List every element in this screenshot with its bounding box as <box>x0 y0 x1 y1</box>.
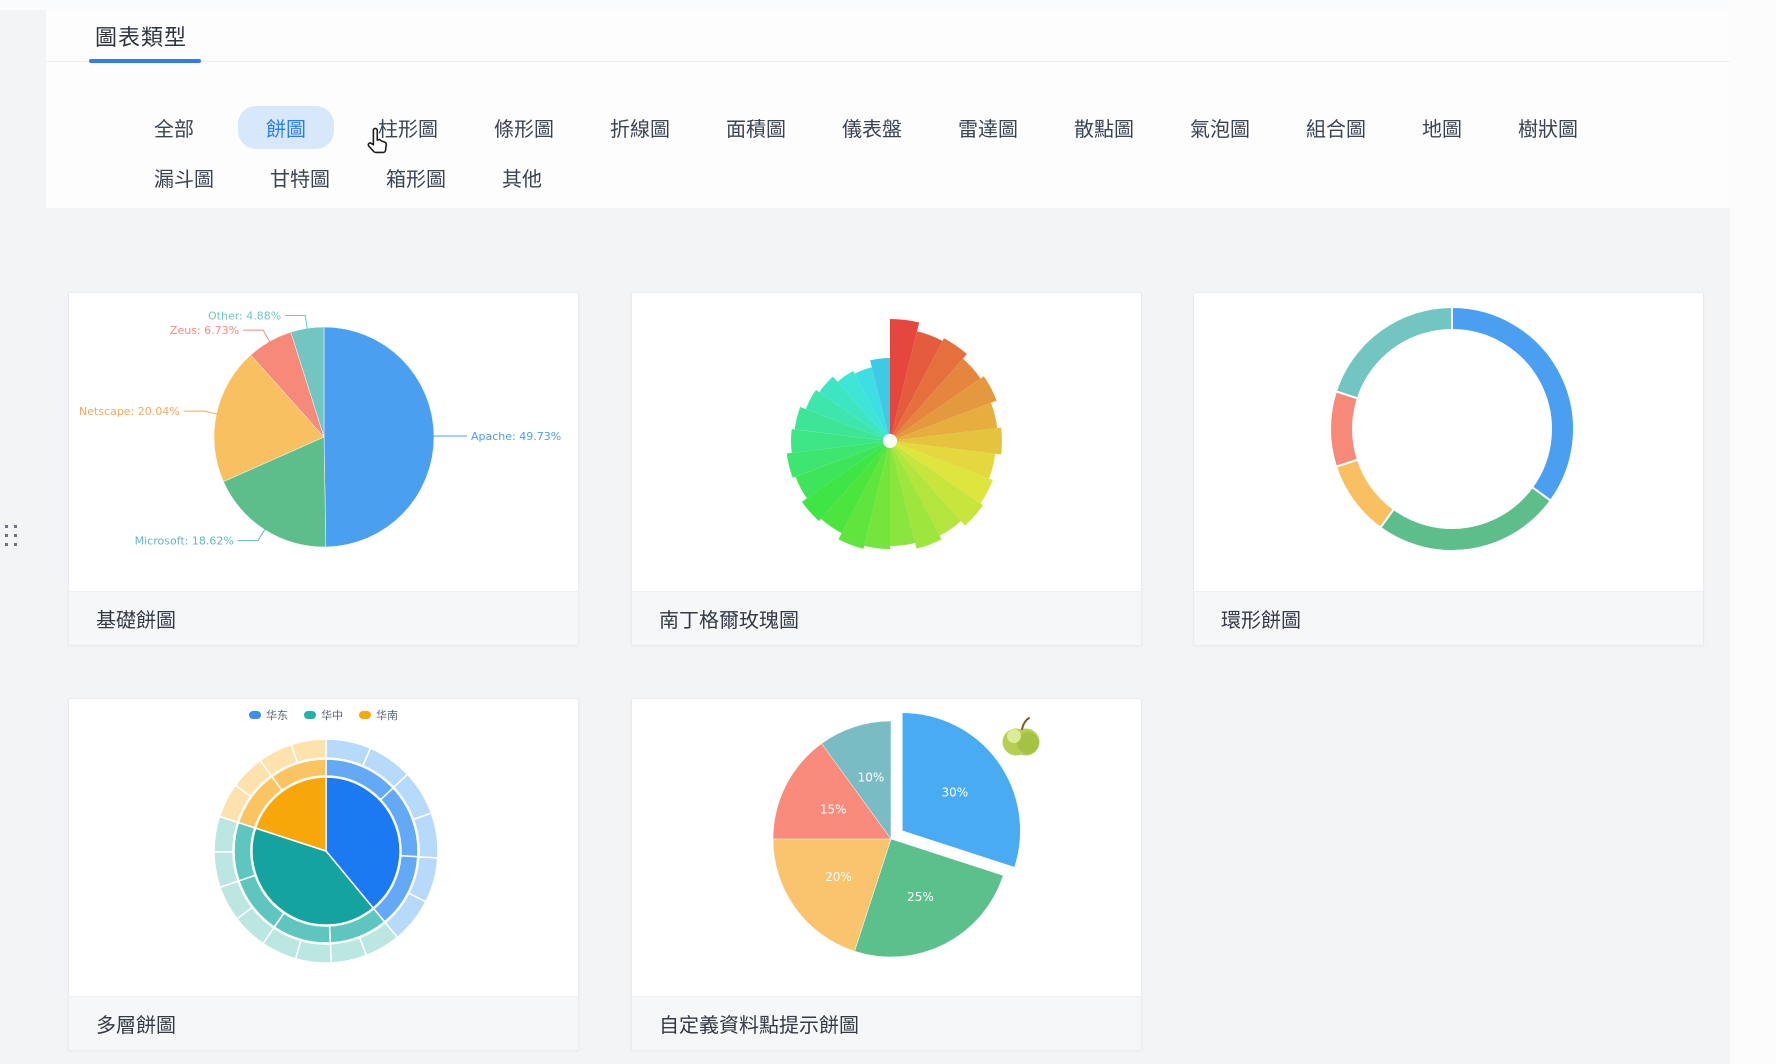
card-title: 自定義資料點提示餅圖 <box>659 1009 859 1038</box>
legend-marker <box>304 711 316 719</box>
filter-tabs-row-2: 漏斗圖甘特圖箱形圖其他 <box>142 156 554 199</box>
filter-tab[interactable]: 箱形圖 <box>374 156 458 199</box>
legend-item[interactable]: 华东 <box>249 707 288 723</box>
svg-text:10%: 10% <box>858 770 885 784</box>
filter-tab[interactable]: 餅圖 <box>238 106 334 149</box>
top-edge-strip <box>0 0 1776 10</box>
legend-item[interactable]: 华中 <box>304 707 343 723</box>
card-footer: 基礎餅圖 <box>69 591 578 645</box>
active-section-underline <box>89 59 201 63</box>
chart-legend: 华东华中华南 <box>69 707 578 723</box>
svg-text:25%: 25% <box>907 890 934 904</box>
svg-text:Netscape: 20.04%: Netscape: 20.04% <box>79 405 180 418</box>
donut-chart <box>1194 293 1703 592</box>
card-footer: 環形餅圖 <box>1194 591 1703 645</box>
basic-pie-chart: Apache: 49.73% Microsoft: 18.62% Netscape:… <box>69 293 578 592</box>
card-title: 南丁格爾玫瑰圖 <box>659 604 799 633</box>
custom-tooltip-pie-chart: 30% 25% 20% 15% 10% <box>632 699 1141 997</box>
filter-tab[interactable]: 儀表盤 <box>830 106 914 149</box>
svg-text:Zeus: 6.73%: Zeus: 6.73% <box>170 324 239 337</box>
card-footer: 自定義資料點提示餅圖 <box>632 996 1141 1050</box>
svg-text:Other: 4.88%: Other: 4.88% <box>208 309 281 322</box>
page-title: 圖表類型 <box>95 20 187 52</box>
filter-tab[interactable]: 面積圖 <box>714 106 798 149</box>
svg-text:Microsoft: 18.62%: Microsoft: 18.62% <box>135 535 234 548</box>
legend-item[interactable]: 华南 <box>359 707 398 723</box>
filter-tab[interactable]: 漏斗圖 <box>142 156 226 199</box>
multi-layer-pie-chart <box>69 699 578 997</box>
card-multi-layer-pie[interactable]: 华东华中华南 多層餅圖 <box>68 698 579 1051</box>
filter-tab[interactable]: 氣泡圖 <box>1178 106 1262 149</box>
filter-tab[interactable]: 散點圖 <box>1062 106 1146 149</box>
card-title: 多層餅圖 <box>96 1009 176 1038</box>
card-title: 基礎餅圖 <box>96 604 176 633</box>
svg-text:15%: 15% <box>820 803 847 817</box>
legend-marker <box>249 711 261 719</box>
card-footer: 多層餅圖 <box>69 996 578 1050</box>
filter-tab[interactable]: 柱形圖 <box>366 106 450 149</box>
card-donut-pie[interactable]: 環形餅圖 <box>1193 292 1704 646</box>
filter-tab[interactable]: 條形圖 <box>482 106 566 149</box>
filter-tab[interactable]: 甘特圖 <box>258 156 342 199</box>
filter-tab[interactable]: 雷達圖 <box>946 106 1030 149</box>
chart-type-panel: 圖表類型 全部餅圖柱形圖條形圖折線圖面積圖儀表盤雷達圖散點圖氣泡圖組合圖地圖樹狀… <box>46 10 1730 208</box>
card-basic-pie[interactable]: Apache: 49.73% Microsoft: 18.62% Netscape:… <box>68 292 579 646</box>
filter-tab[interactable]: 組合圖 <box>1294 106 1378 149</box>
filter-tabs-row-1: 全部餅圖柱形圖條形圖折線圖面積圖儀表盤雷達圖散點圖氣泡圖組合圖地圖樹狀圖 <box>142 106 1590 149</box>
filter-tab[interactable]: 樹狀圖 <box>1506 106 1590 149</box>
legend-marker <box>359 711 371 719</box>
apple-image <box>1003 718 1040 756</box>
card-footer: 南丁格爾玫瑰圖 <box>632 591 1141 645</box>
svg-text:20%: 20% <box>825 870 852 884</box>
drag-handle-icon[interactable] <box>5 525 19 549</box>
card-nightingale-rose[interactable]: 南丁格爾玫瑰圖 <box>631 292 1142 646</box>
panel-header: 圖表類型 <box>46 10 1730 62</box>
svg-text:30%: 30% <box>941 786 968 800</box>
card-title: 環形餅圖 <box>1221 604 1301 633</box>
filter-tab[interactable]: 地圖 <box>1410 106 1474 149</box>
right-edge-strip <box>1730 0 1776 1064</box>
card-custom-tooltip-pie[interactable]: 30% 25% 20% 15% 10% 自定義資料點提示餅圖 <box>631 698 1142 1051</box>
filter-tab[interactable]: 折線圖 <box>598 106 682 149</box>
filter-tab[interactable]: 其他 <box>490 156 554 199</box>
svg-text:Apache: 49.73%: Apache: 49.73% <box>471 430 561 443</box>
rose-chart <box>632 293 1141 592</box>
filter-tab[interactable]: 全部 <box>142 106 206 149</box>
